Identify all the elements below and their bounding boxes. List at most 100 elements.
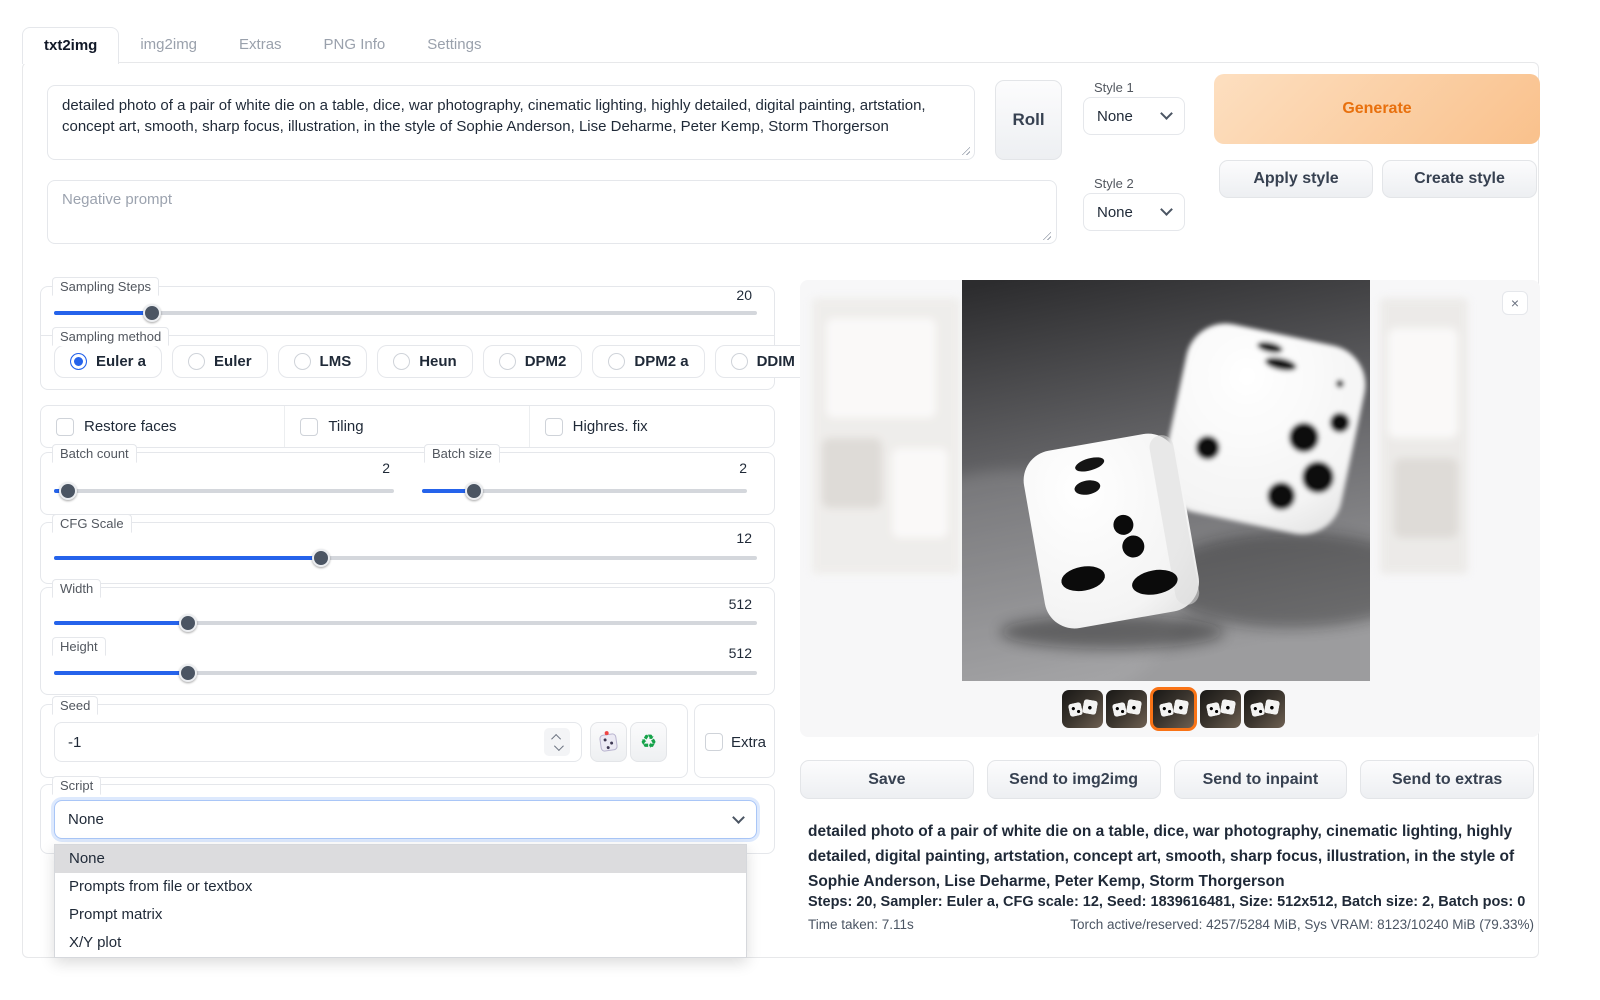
gallery-thumbnail[interactable] [1106, 690, 1147, 728]
cfg-scale-slider[interactable] [54, 549, 757, 567]
apply-style-button[interactable]: Apply style [1219, 160, 1373, 198]
checkbox-icon[interactable] [545, 418, 563, 436]
sampler-label: DDIM [757, 353, 795, 370]
output-stats-row: Time taken: 7.11s Torch active/reserved:… [808, 917, 1534, 932]
prompt-input[interactable]: detailed photo of a pair of white die on… [47, 85, 975, 160]
vram-usage-text: Torch active/reserved: 4257/5284 MiB, Sy… [1070, 917, 1534, 932]
slider-knob[interactable] [59, 482, 77, 500]
output-prompt-text: detailed photo of a pair of white die on… [808, 819, 1534, 894]
checkbox-icon[interactable] [705, 733, 723, 751]
create-style-button[interactable]: Create style [1382, 160, 1537, 198]
random-seed-button[interactable] [590, 722, 627, 762]
thumb-dice-art [1220, 699, 1236, 715]
radio-icon [731, 353, 748, 370]
tab[interactable]: Settings [406, 27, 502, 62]
option-checkbox-cell[interactable]: Tiling [285, 406, 529, 447]
style2-select[interactable]: None [1083, 193, 1185, 231]
batch-count-value: 2 [250, 460, 390, 476]
height-value: 512 [600, 645, 752, 661]
gallery-thumbnail[interactable] [1244, 690, 1285, 728]
output-params-text: Steps: 20, Sampler: Euler a, CFG scale: … [808, 894, 1534, 910]
width-label: Width [52, 579, 101, 598]
style2-label: Style 2 [1089, 176, 1139, 191]
batch-count-label: Batch count [52, 444, 137, 463]
sampler-label: DPM2 [525, 353, 567, 370]
extra-checkbox-cell[interactable]: Extra [705, 733, 766, 751]
roll-button[interactable]: Roll [995, 80, 1062, 160]
style2-value: None [1097, 204, 1133, 221]
sampler-option[interactable]: DPM2 [483, 345, 583, 378]
negative-prompt-input[interactable] [47, 180, 1057, 244]
slider-knob[interactable] [465, 482, 483, 500]
radio-icon [70, 353, 87, 370]
sampler-option[interactable]: Euler a [54, 345, 162, 378]
output-action-button[interactable]: Send to inpaint [1174, 760, 1348, 799]
chevron-down-icon [1160, 107, 1173, 120]
script-option[interactable]: Prompts from file or textbox [55, 873, 746, 901]
sampling-steps-value: 20 [600, 287, 752, 303]
batch-size-slider[interactable] [422, 482, 747, 500]
script-menu: NonePrompts from file or textboxPrompt m… [54, 844, 747, 958]
script-option[interactable]: X/Y plot [55, 929, 746, 957]
thumb-dice-art [1173, 699, 1189, 715]
sampler-option[interactable]: LMS [278, 345, 368, 378]
sampler-option[interactable]: DDIM [715, 345, 811, 378]
reuse-seed-button[interactable]: ♻ [630, 722, 667, 762]
tab[interactable]: PNG Info [303, 27, 407, 62]
tab[interactable]: txt2img [22, 27, 119, 64]
radio-icon [188, 353, 205, 370]
output-action-button[interactable]: Save [800, 760, 974, 799]
output-action-button[interactable]: Send to extras [1360, 760, 1534, 799]
tab[interactable]: Extras [218, 27, 303, 62]
script-option[interactable]: Prompt matrix [55, 901, 746, 929]
output-actions: Save Send to img2img Send to inpaint Send t… [800, 760, 1534, 799]
slider-knob[interactable] [143, 304, 161, 322]
checkbox-label: Tiling [328, 418, 363, 435]
generate-button[interactable]: Generate [1214, 74, 1540, 144]
sampler-option[interactable]: Euler [172, 345, 268, 378]
gallery-thumbnail[interactable] [1062, 690, 1103, 728]
sampler-label: Heun [419, 353, 457, 370]
sampler-label: Euler a [96, 353, 146, 370]
sampler-option[interactable]: Heun [377, 345, 473, 378]
checkbox-icon[interactable] [300, 418, 318, 436]
gallery-ghost-right [1380, 298, 1468, 574]
cfg-scale-label: CFG Scale [52, 514, 132, 533]
sampler-label: LMS [320, 353, 352, 370]
sampling-steps-label: Sampling Steps [52, 277, 159, 296]
close-gallery-button[interactable]: × [1502, 291, 1528, 315]
thumb-dice-art [1068, 702, 1083, 717]
output-action-button[interactable]: Send to img2img [987, 760, 1161, 799]
width-slider[interactable] [54, 614, 757, 632]
main-tabs: txt2imgimg2imgExtrasPNG InfoSettings [22, 27, 502, 64]
dice-icon [599, 732, 618, 751]
style1-label: Style 1 [1089, 80, 1139, 95]
thumb-dice-art [1126, 699, 1142, 715]
slider-knob[interactable] [179, 614, 197, 632]
style1-select[interactable]: None [1083, 97, 1185, 135]
radio-icon [608, 353, 625, 370]
sampling-steps-slider[interactable] [54, 304, 757, 322]
chevron-down-icon [732, 811, 745, 824]
script-option[interactable]: None [55, 845, 746, 873]
checkbox-icon[interactable] [56, 418, 74, 436]
slider-knob[interactable] [179, 664, 197, 682]
cfg-scale-value: 12 [600, 530, 752, 546]
script-select[interactable]: None [54, 800, 757, 839]
sampler-option[interactable]: DPM2 a [592, 345, 704, 378]
batch-count-slider[interactable] [54, 482, 394, 500]
option-checkbox-cell[interactable]: Highres. fix [530, 406, 774, 447]
seed-stepper[interactable] [544, 728, 570, 756]
txt2img-page: txt2imgimg2imgExtrasPNG InfoSettings det… [0, 0, 1600, 1000]
seed-input[interactable] [54, 722, 582, 762]
slider-knob[interactable] [312, 549, 330, 567]
batch-size-label: Batch size [424, 444, 500, 463]
script-value: None [68, 811, 104, 828]
gallery-thumbnail[interactable] [1150, 687, 1197, 731]
checkbox-label: Restore faces [84, 418, 177, 435]
height-slider[interactable] [54, 664, 757, 682]
tab[interactable]: img2img [119, 27, 218, 62]
generated-image[interactable] [962, 280, 1370, 681]
option-checkbox-cell[interactable]: Restore faces [41, 406, 285, 447]
gallery-thumbnail[interactable] [1200, 690, 1241, 728]
